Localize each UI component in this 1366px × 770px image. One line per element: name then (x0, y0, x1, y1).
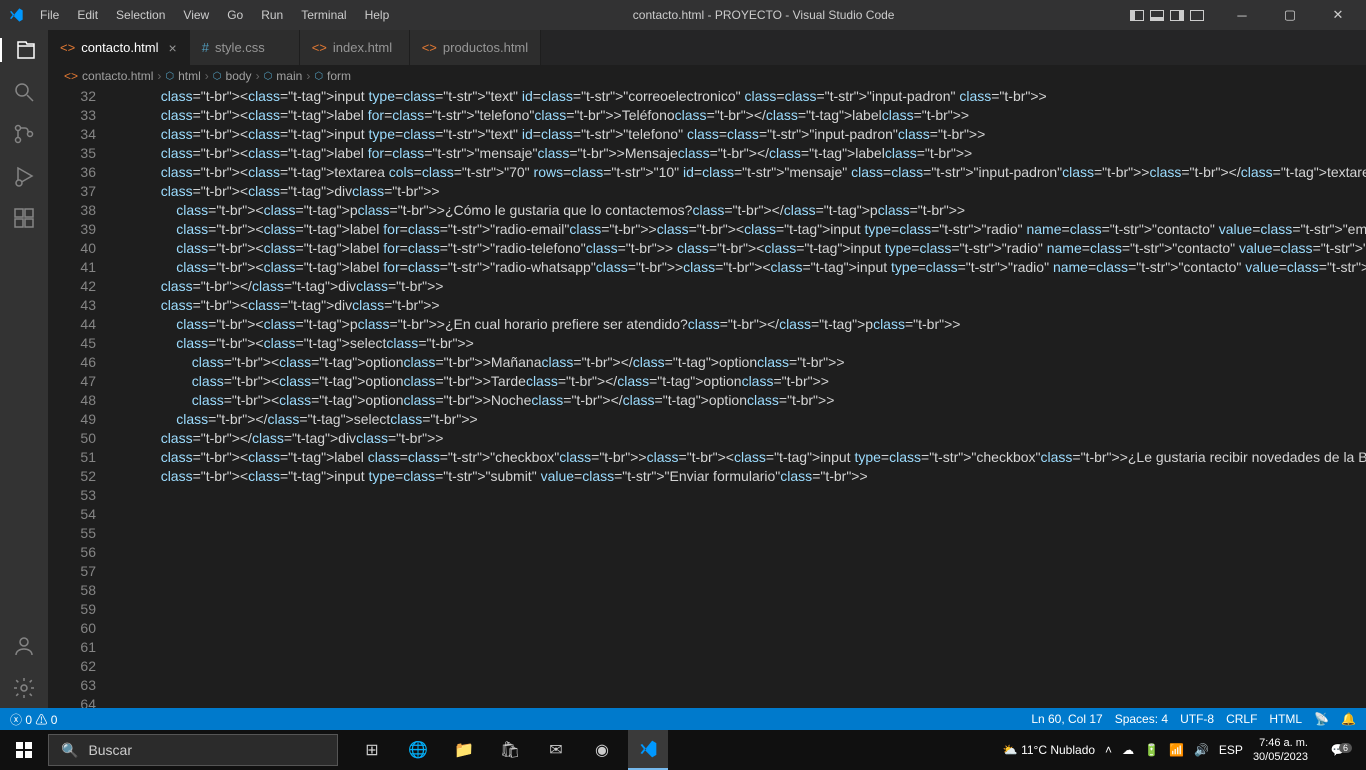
tab-label: contacto.html (81, 40, 158, 55)
mail-icon[interactable]: ✉ (536, 730, 576, 770)
accounts-icon[interactable] (12, 634, 36, 658)
menu-terminal[interactable]: Terminal (293, 4, 354, 26)
status-cursor[interactable]: Ln 60, Col 17 (1031, 712, 1102, 726)
edge-icon[interactable]: 🌐 (398, 730, 438, 770)
breadcrumb-file[interactable]: contacto.html (82, 69, 153, 83)
css-file-icon: # (202, 40, 209, 55)
menu-help[interactable]: Help (357, 4, 398, 26)
layout-toggle-secondary-icon[interactable] (1170, 10, 1184, 21)
status-spaces[interactable]: Spaces: 4 (1115, 712, 1168, 726)
tab-style[interactable]: # style.css (190, 30, 300, 65)
status-errors[interactable]: ⓧ 0 ⚠ 0 (10, 711, 57, 728)
windows-taskbar: 🔍 Buscar ⊞ 🌐 📁 🛍 ✉ ◉ ⛅ 11°C Nublado ˄ ☁ … (0, 730, 1366, 770)
close-icon[interactable]: × (169, 40, 177, 56)
tab-contacto[interactable]: <> contacto.html × (48, 30, 190, 65)
line-gutter: 3233343536373839404142434445464748495051… (48, 87, 114, 708)
editor-tabs: <> contacto.html × # style.css <> index.… (48, 30, 1366, 65)
title-bar: File Edit Selection View Go Run Terminal… (0, 0, 1366, 30)
run-debug-icon[interactable] (12, 164, 36, 188)
symbol-icon: ⬡ (314, 71, 323, 82)
tray-chevron-icon[interactable]: ˄ (1105, 743, 1112, 757)
window-close[interactable]: ✕ (1318, 0, 1358, 30)
extensions-icon[interactable] (12, 206, 36, 230)
window-maximize[interactable]: ▢ (1270, 0, 1310, 30)
status-bell-icon[interactable]: 🔔 (1341, 712, 1356, 726)
weather-widget[interactable]: ⛅ 11°C Nublado (1003, 743, 1095, 757)
tray-notifications-icon[interactable]: 💬6 (1318, 743, 1358, 757)
search-icon[interactable] (12, 80, 36, 104)
breadcrumb-form[interactable]: form (327, 69, 351, 83)
tray-language[interactable]: ESP (1219, 743, 1243, 757)
tab-label: productos.html (443, 40, 528, 55)
status-encoding[interactable]: UTF-8 (1180, 712, 1214, 726)
search-icon: 🔍 (61, 742, 78, 759)
status-bar: ⓧ 0 ⚠ 0 Ln 60, Col 17 Spaces: 4 UTF-8 CR… (0, 708, 1366, 730)
explorer-icon[interactable] (0, 38, 48, 62)
html-file-icon: <> (64, 69, 78, 83)
vscode-taskbar-icon[interactable] (628, 730, 668, 770)
chrome-icon[interactable]: ◉ (582, 730, 622, 770)
status-feedback-icon[interactable]: 📡 (1314, 712, 1329, 726)
menu-edit[interactable]: Edit (69, 4, 106, 26)
menu-view[interactable]: View (175, 4, 217, 26)
window-title: contacto.html - PROYECTO - Visual Studio… (397, 8, 1130, 22)
html-file-icon: <> (60, 40, 75, 55)
status-eol[interactable]: CRLF (1226, 712, 1257, 726)
tab-label: index.html (333, 40, 392, 55)
tray-battery-icon[interactable]: 🔋 (1144, 743, 1159, 757)
activity-bar (0, 30, 48, 708)
tray-wifi-icon[interactable]: 📶 (1169, 743, 1184, 757)
tab-label: style.css (215, 40, 265, 55)
status-lang[interactable]: HTML (1269, 712, 1302, 726)
breadcrumb-html[interactable]: html (178, 69, 201, 83)
symbol-icon: ⬡ (213, 71, 222, 82)
html-file-icon: <> (312, 40, 327, 55)
vscode-logo-icon (8, 7, 24, 23)
editor-area: <> contacto.html × # style.css <> index.… (48, 30, 1366, 708)
code-editor[interactable]: class="t-br"><class="t-tag">input type=c… (114, 87, 1366, 708)
tab-index[interactable]: <> index.html (300, 30, 410, 65)
window-minimize[interactable]: ─ (1222, 0, 1262, 30)
symbol-icon: ⬡ (165, 71, 174, 82)
breadcrumb-main[interactable]: main (276, 69, 302, 83)
menu-go[interactable]: Go (219, 4, 251, 26)
taskbar-search[interactable]: 🔍 Buscar (48, 734, 338, 766)
store-icon[interactable]: 🛍 (490, 730, 530, 770)
task-view-icon[interactable]: ⊞ (352, 730, 392, 770)
menu-file[interactable]: File (32, 4, 67, 26)
start-button[interactable] (0, 742, 48, 758)
file-explorer-icon[interactable]: 📁 (444, 730, 484, 770)
source-control-icon[interactable] (12, 122, 36, 146)
tray-volume-icon[interactable]: 🔊 (1194, 743, 1209, 757)
menu-bar: File Edit Selection View Go Run Terminal… (32, 4, 397, 26)
breadcrumb-body[interactable]: body (226, 69, 252, 83)
layout-toggle-panel-icon[interactable] (1150, 10, 1164, 21)
settings-gear-icon[interactable] (12, 676, 36, 700)
search-placeholder: Buscar (88, 742, 132, 758)
tab-productos[interactable]: <> productos.html (410, 30, 541, 65)
layout-toggle-sidebar-icon[interactable] (1130, 10, 1144, 21)
menu-selection[interactable]: Selection (108, 4, 173, 26)
menu-run[interactable]: Run (253, 4, 291, 26)
layout-customize-icon[interactable] (1190, 10, 1204, 21)
symbol-icon: ⬡ (264, 71, 273, 82)
breadcrumb[interactable]: <> contacto.html › ⬡ html › ⬡ body › ⬡ m… (48, 65, 1366, 87)
window-controls: ─ ▢ ✕ (1130, 0, 1358, 30)
html-file-icon: <> (422, 40, 437, 55)
tray-clock[interactable]: 7:46 a. m. 30/05/2023 (1253, 736, 1308, 764)
tray-onedrive-icon[interactable]: ☁ (1122, 743, 1134, 757)
